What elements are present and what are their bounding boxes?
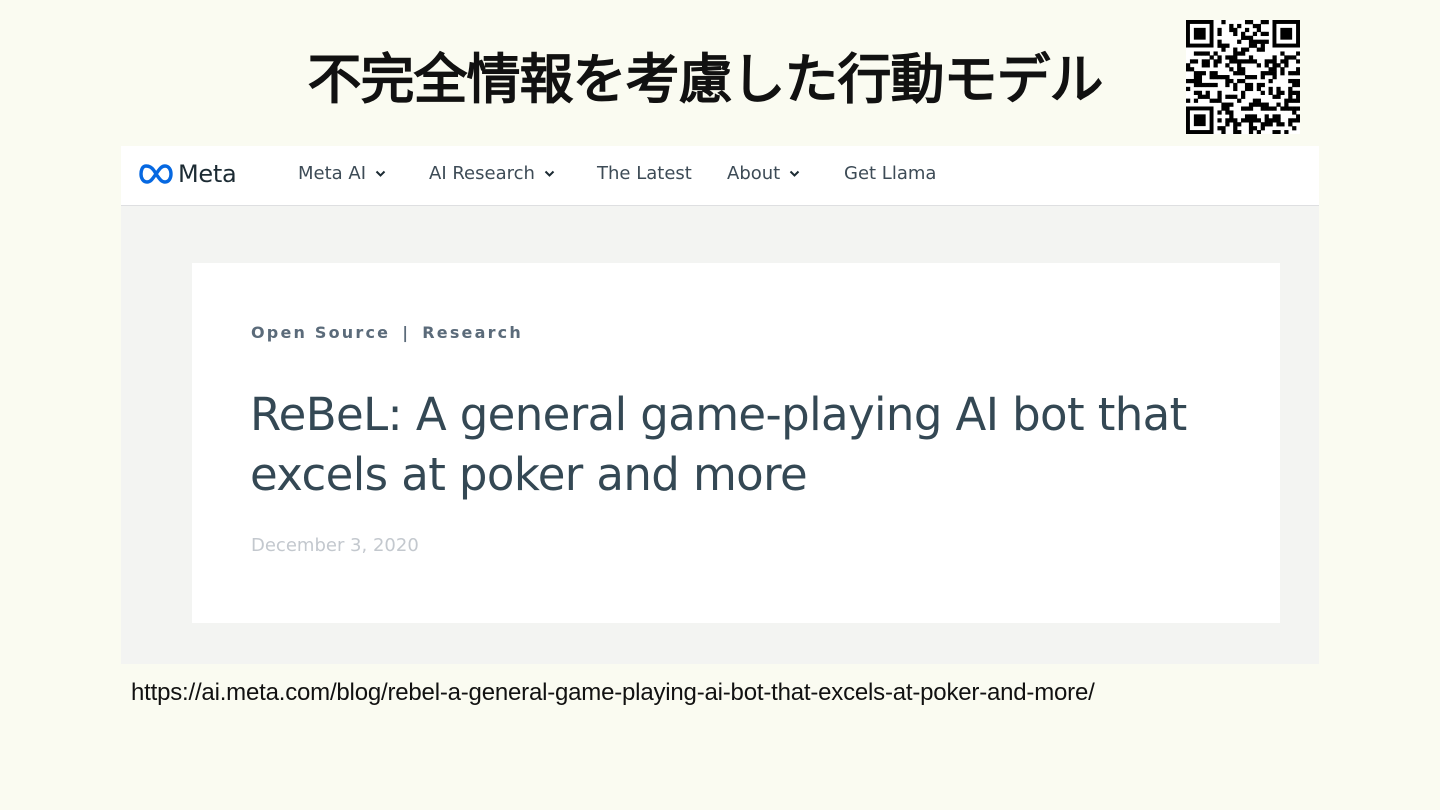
nav-the-latest[interactable]: The Latest: [597, 161, 692, 187]
nav-ai-research[interactable]: AI Research: [429, 161, 555, 187]
nav-label: Get Llama: [844, 163, 937, 184]
tag-open-source[interactable]: Open Source: [251, 323, 390, 342]
chevron-down-icon: [544, 170, 555, 177]
meta-logo[interactable]: Meta: [139, 159, 237, 189]
article-headline: ReBeL: A general game-playing AI bot tha…: [250, 385, 1230, 505]
chevron-down-icon: [790, 170, 800, 177]
source-url[interactable]: https://ai.meta.com/blog/rebel-a-general…: [131, 679, 1095, 707]
tag-separator: |: [402, 323, 411, 342]
nav-label: Meta AI: [298, 163, 367, 184]
tag-research[interactable]: Research: [422, 323, 523, 342]
article-card: Open Source | Research ReBeL: A general ga…: [192, 263, 1280, 623]
nav-about[interactable]: About: [727, 161, 800, 187]
nav-label: About: [727, 163, 781, 184]
headline-line-2: excels at poker and more: [250, 448, 808, 501]
nav-label: AI Research: [429, 163, 535, 184]
headline-line-1: ReBeL: A general game-playing AI bot tha…: [250, 388, 1187, 441]
article-tags: Open Source | Research: [251, 323, 523, 342]
website-screenshot: Meta Meta AI AI Research The Latest Abou…: [121, 146, 1319, 664]
site-navbar: Meta Meta AI AI Research The Latest Abou…: [121, 146, 1319, 206]
slide-title: 不完全情報を考慮した行動モデル: [307, 48, 1104, 111]
chevron-down-icon: [375, 170, 386, 177]
nav-label: The Latest: [597, 163, 692, 184]
logo-text: Meta: [178, 160, 237, 188]
nav-meta-ai[interactable]: Meta AI: [298, 161, 386, 187]
article-date: December 3, 2020: [251, 535, 419, 556]
meta-infinity-logo-icon: [139, 164, 173, 184]
nav-get-llama[interactable]: Get Llama: [844, 161, 936, 187]
qr-code-icon: [1186, 20, 1301, 135]
